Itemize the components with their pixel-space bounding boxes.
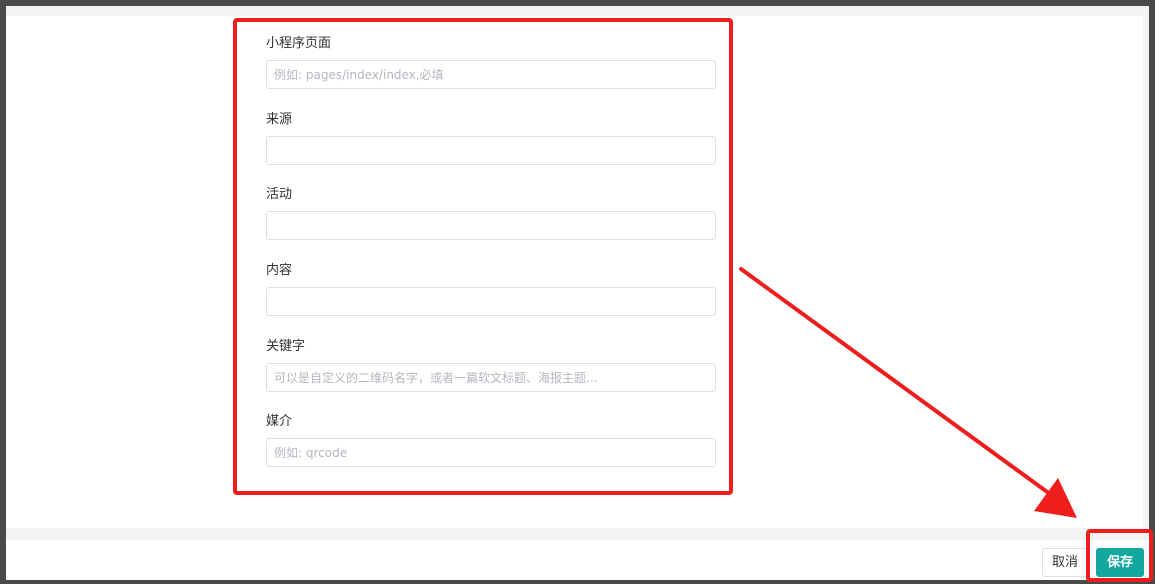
dialog-footer: 取消 保存 — [6, 540, 1149, 580]
source-input[interactable] — [266, 136, 716, 165]
dialog: 小程序页面 来源 活动 内容 关键字 媒介 — [6, 6, 1149, 580]
medium-input[interactable] — [266, 438, 716, 467]
field-label-campaign: 活动 — [266, 187, 293, 202]
save-button[interactable]: 保存 — [1096, 548, 1144, 577]
field-label-keyword: 关键字 — [266, 339, 306, 354]
field-page: 小程序页面 — [266, 36, 718, 89]
keyword-input[interactable] — [266, 363, 716, 392]
page-input[interactable] — [266, 60, 716, 89]
field-content: 内容 — [266, 263, 718, 316]
field-label-source: 来源 — [266, 112, 293, 127]
field-label-page: 小程序页面 — [266, 36, 332, 51]
field-keyword: 关键字 — [266, 339, 718, 392]
content-input[interactable] — [266, 287, 716, 316]
field-label-content: 内容 — [266, 263, 293, 278]
field-medium: 媒介 — [266, 414, 718, 467]
field-source: 来源 — [266, 112, 718, 165]
cancel-button[interactable]: 取消 — [1042, 548, 1088, 577]
field-campaign: 活动 — [266, 187, 718, 240]
campaign-input[interactable] — [266, 211, 716, 240]
form-panel: 小程序页面 来源 活动 内容 关键字 媒介 — [6, 16, 1143, 528]
field-label-medium: 媒介 — [266, 414, 293, 429]
